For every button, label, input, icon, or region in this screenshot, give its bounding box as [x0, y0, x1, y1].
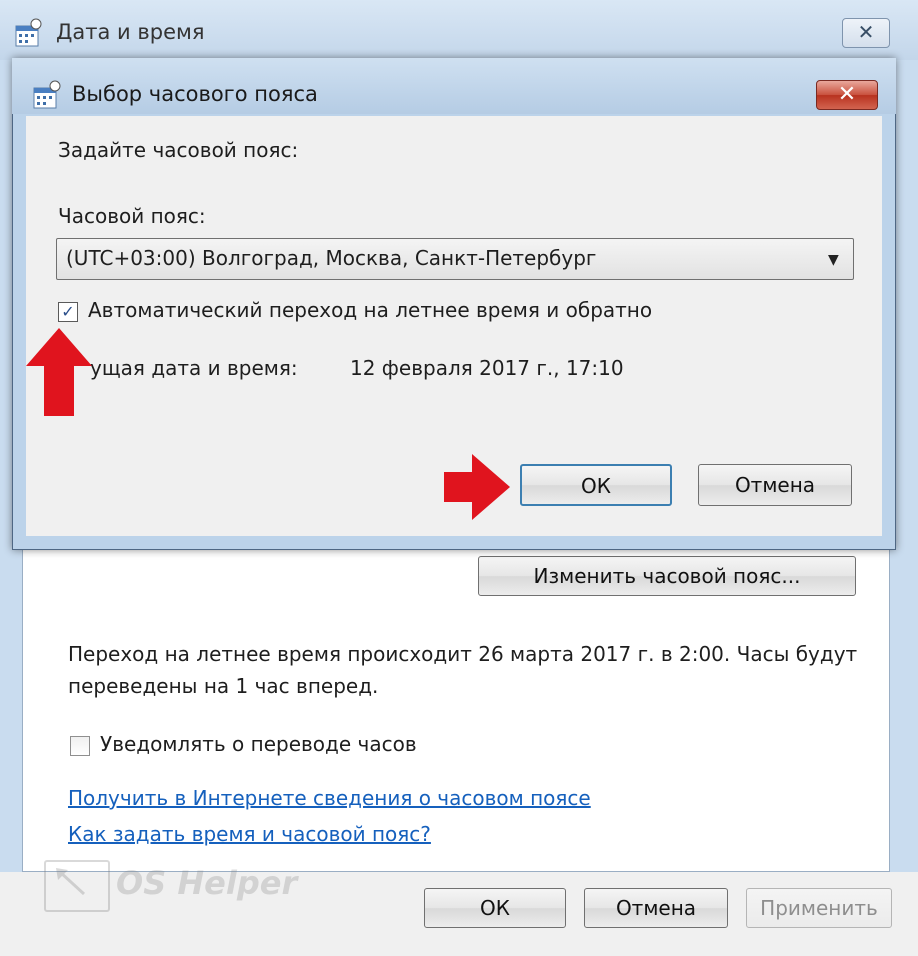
timezone-dropdown-value[interactable]: (UTC+03:00) Волгоград, Москва, Санкт-Пет…	[66, 246, 596, 270]
dialog-ok-button[interactable]: ОК	[520, 464, 672, 506]
watermark-text: OS Helper	[116, 864, 298, 902]
outer-close-button[interactable]: ✕	[842, 18, 890, 48]
notify-checkbox-label[interactable]: Уведомлять о переводе часов	[100, 732, 417, 756]
dialog-title: Выбор часового пояса	[72, 82, 318, 106]
apply-button[interactable]: Применить	[746, 888, 892, 928]
dialog-close-button[interactable]: ✕	[816, 80, 878, 110]
watermark-logo-icon	[44, 860, 110, 912]
watermark: OS Helper	[44, 858, 314, 914]
auto-dst-label[interactable]: Автоматический переход на летнее время и…	[88, 298, 652, 322]
set-timezone-prompt: Задайте часовой пояс:	[58, 138, 299, 162]
auto-dst-checkbox[interactable]: ✓	[58, 302, 78, 322]
change-timezone-button[interactable]: Изменить часовой пояс...	[478, 556, 856, 596]
checkmark-icon: ✓	[61, 302, 75, 321]
current-datetime-label: ущая дата и время:	[90, 356, 298, 380]
close-icon: ✕	[837, 82, 857, 107]
notify-checkbox[interactable]	[70, 736, 90, 756]
dialog-cancel-button[interactable]: Отмена	[698, 464, 852, 506]
timezone-label: Часовой пояс:	[58, 204, 206, 228]
outer-ok-button[interactable]: ОК	[424, 888, 566, 928]
how-to-set-time-link[interactable]: Как задать время и часовой пояс?	[68, 822, 431, 846]
outer-cancel-button[interactable]: Отмена	[584, 888, 728, 928]
red-arrow-up-icon	[26, 328, 92, 416]
dst-notice-text: Переход на летнее время происходит 26 ма…	[68, 642, 858, 698]
timezone-info-link[interactable]: Получить в Интернете сведения о часовом …	[68, 786, 591, 810]
current-datetime-value: 12 февраля 2017 г., 17:10	[350, 356, 624, 380]
outer-window-title: Дата и время	[56, 20, 205, 44]
red-arrow-right-icon	[444, 454, 510, 520]
close-icon: ✕	[857, 20, 875, 44]
calendar-clock-icon	[33, 80, 61, 109]
calendar-clock-icon	[15, 18, 42, 47]
dropdown-arrow-icon[interactable]: ▼	[828, 252, 839, 268]
